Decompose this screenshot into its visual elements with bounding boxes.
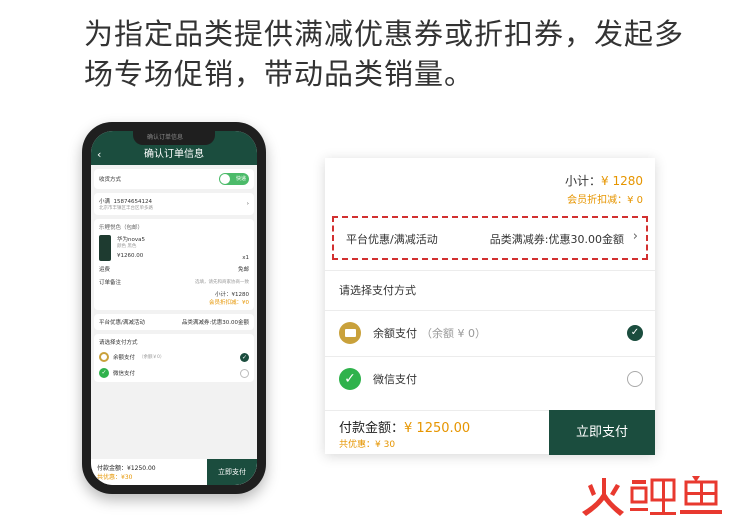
promo-label: 平台优惠/满减活动 [346,233,438,246]
store-name: 乐鲤悦色（包邮） [99,225,144,231]
phone-nav-bar: ‹ 确认订单信息 [91,145,257,165]
promo-value: 品类满减券:优惠30.00金额 [489,233,624,246]
product-spec: 颜色 黑色 [117,244,137,249]
phone-subtotal: 小计：¥1280 [215,292,249,298]
product-price: ¥1260.00 [117,253,144,259]
subtotal-block: 小计：¥ 1280 会员折扣减：¥ 0 [565,172,643,206]
phone-pay-balance-hint: （余额￥0） [139,355,165,360]
phone-pay-title: 请选择支付方式 [99,340,138,346]
phone-pay-balance-row[interactable]: 余额支付 （余额￥0） ✓ [99,352,249,362]
radio-empty-icon[interactable] [240,368,249,378]
pay-method-title: 请选择支付方式 [339,284,416,297]
shipping-value: 免邮 [237,267,249,273]
promo-row[interactable]: 平台优惠/满减活动 品类满减券:优惠30.00金额 › [332,216,648,260]
phone-promo-value: 品类满减券:优惠30.00金额 [181,320,249,326]
phone-nav-title: 确认订单信息 [144,149,204,160]
pay-wechat-label: 微信支付 [373,373,417,386]
wallet-icon [339,322,361,344]
pay-now-button[interactable]: 立即支付 [549,410,655,455]
chevron-right-icon: › [246,201,249,207]
phone-pay-wechat-row[interactable]: ✓ 微信支付 [99,368,249,378]
delivery-label: 收货方式 [99,177,122,183]
checkout-bar: 付款金额：¥ 1250.00 共优惠：¥ 30 立即支付 [325,410,655,455]
phone-bottom-bar: 付款金额：¥1250.00 共优惠：¥30 立即支付 [91,459,257,485]
product-image [99,235,111,261]
order-detail-card: 小计：¥ 1280 会员折扣减：¥ 0 平台优惠/满减活动 品类满减券:优惠30… [325,158,655,455]
notch-text: 确认订单信息 [147,134,184,141]
phone-promo-label: 平台优惠/满减活动 [99,320,145,326]
remark-label: 订单备注 [99,280,122,286]
shipping-label: 运费 [99,267,111,273]
wechat-pay-icon: ✓ [99,368,109,378]
phone-address-card[interactable]: 小满 15874654124 北京市丰镇区丰台区单多路 › [94,193,254,215]
radio-empty-icon[interactable] [627,371,643,387]
saved-amount: 共优惠：¥ 30 [339,440,396,450]
phone-member-discount: 会员折扣减：¥0 [209,300,249,306]
contact-address: 北京市丰镇区丰台区单多路 [99,206,153,211]
phone-notch: 确认订单信息 [133,131,215,145]
phone-pay-card: 请选择支付方式 余额支付 （余额￥0） ✓ ✓ 微信支付 [94,334,254,382]
pay-balance-label: 余额支付 [373,327,417,340]
product-qty: x1 [242,255,249,261]
phone-promo-row[interactable]: 平台优惠/满减活动 品类满减券:优惠30.00金额 [94,314,254,330]
phone-total: 付款金额：¥1250.00 [97,465,156,472]
total-label: 付款金额： [339,421,405,436]
phone-pay-button[interactable]: 立即支付 [207,459,257,485]
total-amount: ¥ 1250.00 [404,421,471,436]
phone-product-card: 乐鲤悦色（包邮） 华为nova5 颜色 黑色 ¥1260.00 x1 运费 免邮… [94,219,254,310]
member-discount: 会员折扣减：¥ 0 [567,195,643,206]
phone-delivery-card: 收货方式 快递 [94,169,254,189]
remark-input[interactable]: 选填，请先和商家协商一致 [195,279,249,285]
back-icon[interactable]: ‹ [97,145,101,165]
wechat-pay-icon: ✓ [339,368,361,390]
brand-logo [582,476,722,516]
delivery-toggle[interactable]: 快递 [219,173,249,185]
product-name: 华为nova5 [117,237,145,243]
wallet-icon [99,352,109,362]
pay-option-label: 余额支付 （余额 ¥ 0） [373,325,486,341]
phone-mockup: 确认订单信息 ‹ 确认订单信息 收货方式 快递 小满 15874654124 北… [82,122,266,494]
pay-option-balance[interactable]: 余额支付 （余额 ¥ 0） ✓ [325,310,655,356]
phone-saved: 共优惠：¥30 [97,474,133,481]
subtotal-label: 小计： [564,174,601,188]
chevron-right-icon: › [632,229,638,244]
radio-checked-icon[interactable]: ✓ [240,352,249,362]
divider [325,270,655,271]
subtotal-amount: ¥ 1280 [601,174,643,188]
phone-pay-balance: 余额支付 [113,355,136,361]
phone-screen: 确认订单信息 ‹ 确认订单信息 收货方式 快递 小满 15874654124 北… [91,131,257,485]
pay-balance-hint: （余额 ¥ 0） [421,327,486,340]
headline: 为指定品类提供满减优惠券或折扣券，发起多场专场促销，带动品类销量。 [84,17,685,91]
toggle-text: 快递 [235,176,246,182]
phone-pay-wechat: 微信支付 [113,371,136,377]
total-block: 付款金额：¥ 1250.00 [339,417,470,436]
radio-checked-icon[interactable]: ✓ [627,325,643,341]
pay-option-wechat[interactable]: ✓ 微信支付 [325,356,655,402]
